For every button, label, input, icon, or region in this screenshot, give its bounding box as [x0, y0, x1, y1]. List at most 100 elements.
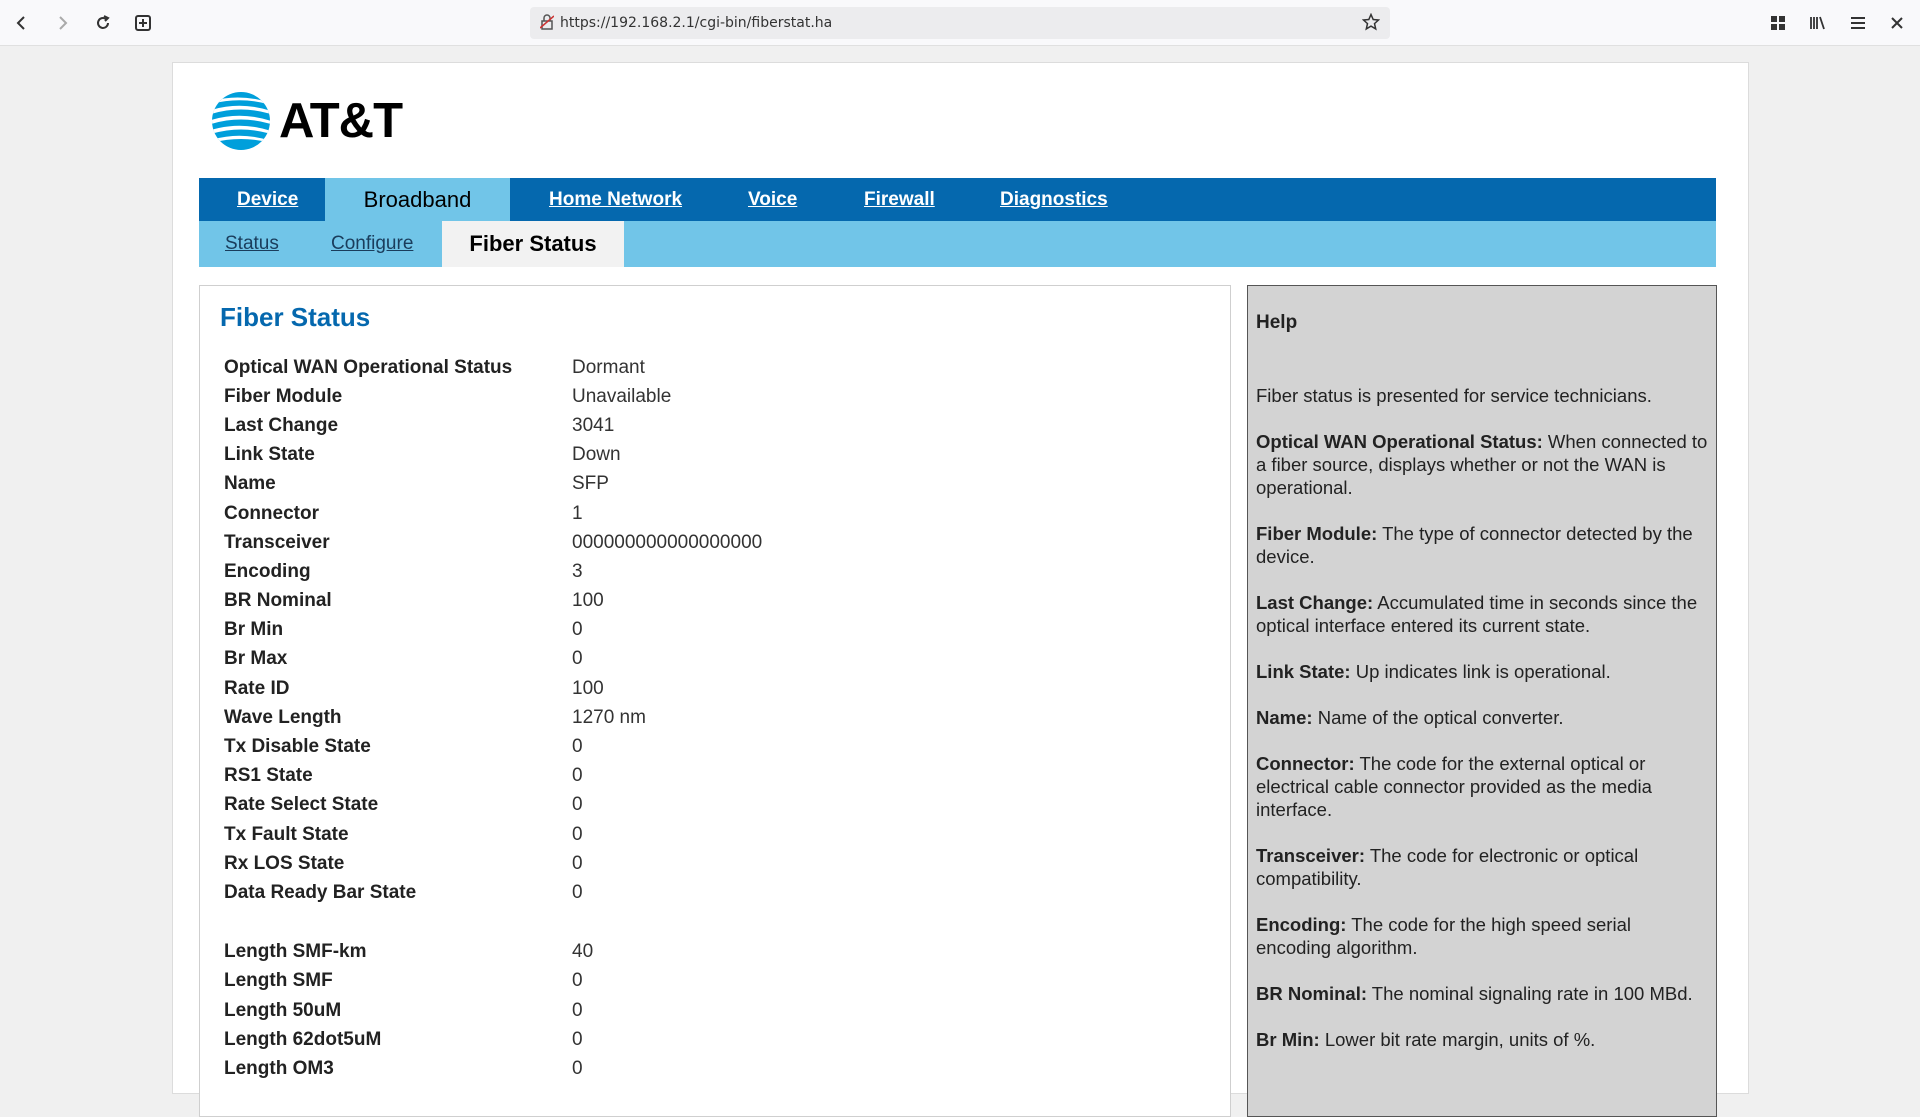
row-value: 0 — [572, 1057, 583, 1079]
table-row: RS1 State 0 — [224, 762, 762, 791]
row-value: 1 — [572, 502, 583, 524]
row-value: 0 — [572, 881, 583, 903]
table-row: Length SMF 0 — [224, 967, 762, 996]
table-row: Fiber Module Unavailable — [224, 382, 762, 411]
row-label: Fiber Module — [224, 385, 343, 407]
forward-icon[interactable] — [50, 11, 74, 35]
subnav-fiber-status[interactable]: Fiber Status — [442, 221, 624, 267]
help-entry: Last Change: Accumulated time in seconds… — [1256, 591, 1708, 637]
row-spacer — [224, 908, 762, 938]
subnav-status[interactable]: Status — [225, 221, 279, 267]
row-label: Length OM3 — [224, 1057, 334, 1079]
help-text: The nominal signaling rate in 100 MBd. — [1367, 983, 1693, 1004]
help-term: Optical WAN Operational Status: — [1256, 431, 1543, 452]
help-entry: Br Min: Lower bit rate margin, units of … — [1256, 1028, 1708, 1051]
fiber-status-panel: Fiber Status Optical WAN Operational Sta… — [199, 285, 1231, 1117]
row-value: 0 — [572, 619, 583, 641]
row-value: 000000000000000000 — [572, 531, 763, 553]
help-entry: Connector: The code for the external opt… — [1256, 752, 1708, 821]
table-row: Rate ID 100 — [224, 674, 762, 703]
row-label: Connector — [224, 502, 319, 524]
row-label: Last Change — [224, 414, 339, 436]
close-icon[interactable] — [1885, 11, 1909, 35]
help-term: Fiber Module: — [1256, 523, 1378, 544]
help-term: BR Nominal: — [1256, 983, 1367, 1004]
table-row: Br Min 0 — [224, 616, 762, 645]
logo-text: AT&T — [279, 94, 403, 148]
table-row: Transceiver 000000000000000000 — [224, 528, 762, 557]
row-value: 0 — [572, 823, 583, 845]
nav-firewall[interactable]: Firewall — [864, 178, 935, 221]
table-row: Name SFP — [224, 470, 762, 499]
menu-icon[interactable] — [1846, 11, 1870, 35]
nav-broadband[interactable]: Broadband — [325, 178, 510, 221]
help-body: Fiber status is presented for service te… — [1256, 384, 1708, 1074]
row-value: 0 — [572, 970, 583, 992]
help-text: Up indicates link is operational. — [1350, 661, 1611, 682]
table-row: BR Nominal 100 — [224, 587, 762, 616]
row-label: Br Max — [224, 648, 288, 670]
row-label: Rx LOS State — [224, 852, 345, 874]
address-bar[interactable]: https://192.168.2.1/cgi-bin/fiberstat.ha — [530, 7, 1390, 39]
row-value: SFP — [572, 473, 609, 495]
table-row: Data Ready Bar State 0 — [224, 878, 762, 907]
table-row: Link State Down — [224, 441, 762, 470]
new-tab-icon[interactable] — [131, 11, 155, 35]
help-entry: Name: Name of the optical converter. — [1256, 706, 1708, 729]
extensions-grid-icon[interactable] — [1766, 11, 1790, 35]
row-label: Br Min — [224, 619, 284, 641]
subnav-configure[interactable]: Configure — [331, 221, 413, 267]
row-label: Optical WAN Operational Status — [224, 356, 513, 378]
help-intro: Fiber status is presented for service te… — [1256, 385, 1652, 406]
help-text: Name of the optical converter. — [1312, 707, 1564, 728]
row-value: 0 — [572, 765, 583, 787]
back-icon[interactable] — [10, 11, 34, 35]
help-term: Connector: — [1256, 753, 1355, 774]
table-row: Length OM3 0 — [224, 1054, 762, 1083]
row-label: Length 62dot5uM — [224, 1028, 382, 1050]
row-value: 0 — [572, 736, 583, 758]
row-label: Transceiver — [224, 531, 330, 553]
table-row: Connector 1 — [224, 499, 762, 528]
table-row: Length SMF-km 40 — [224, 938, 762, 967]
nav-home-network[interactable]: Home Network — [549, 178, 682, 221]
help-term: Encoding: — [1256, 914, 1347, 935]
table-row: Rate Select State 0 — [224, 791, 762, 820]
help-term: Last Change: — [1256, 592, 1374, 613]
row-value: 40 — [572, 941, 594, 963]
library-icon[interactable] — [1806, 11, 1830, 35]
row-value: 0 — [572, 852, 583, 874]
row-label: Length SMF — [224, 970, 333, 992]
nav-diagnostics[interactable]: Diagnostics — [1000, 178, 1108, 221]
nav-device[interactable]: Device — [237, 178, 298, 221]
row-value: Down — [572, 444, 621, 466]
row-value: 0 — [572, 648, 583, 670]
bookmark-star-icon[interactable] — [1361, 12, 1381, 36]
table-row: Wave Length 1270 nm — [224, 703, 762, 732]
browser-toolbar: https://192.168.2.1/cgi-bin/fiberstat.ha — [0, 0, 1920, 46]
url-text: https://192.168.2.1/cgi-bin/fiberstat.ha — [560, 15, 833, 31]
table-row: Rx LOS State 0 — [224, 849, 762, 878]
row-label: Wave Length — [224, 706, 342, 728]
row-label: Data Ready Bar State — [224, 881, 417, 903]
row-value: 0 — [572, 999, 583, 1021]
reload-icon[interactable] — [91, 11, 115, 35]
table-row: Br Max 0 — [224, 645, 762, 674]
nav-voice[interactable]: Voice — [748, 178, 797, 221]
help-term: Name: — [1256, 707, 1313, 728]
help-entry: Encoding: The code for the high speed se… — [1256, 913, 1708, 959]
row-value: 1270 nm — [572, 706, 646, 728]
help-term: Br Min: — [1256, 1029, 1320, 1050]
table-row: Tx Fault State 0 — [224, 820, 762, 849]
row-value: Unavailable — [572, 385, 672, 407]
help-text: Lower bit rate margin, units of %. — [1319, 1029, 1596, 1050]
row-value: 100 — [572, 590, 604, 612]
help-entry: Optical WAN Operational Status: When con… — [1256, 430, 1708, 499]
help-entry: Transceiver: The code for electronic or … — [1256, 844, 1708, 890]
row-label: Encoding — [224, 560, 311, 582]
row-label: Length 50uM — [224, 999, 342, 1021]
table-row: Optical WAN Operational Status Dormant — [224, 353, 762, 382]
row-label: Link State — [224, 444, 315, 466]
att-globe-icon — [212, 92, 270, 150]
help-term: Transceiver: — [1256, 845, 1366, 866]
